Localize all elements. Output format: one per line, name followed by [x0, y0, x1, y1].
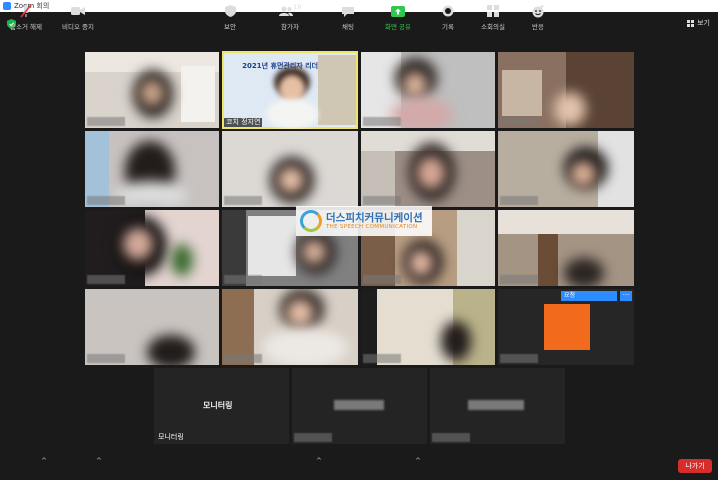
participant-name — [87, 354, 125, 363]
participant-name — [363, 354, 401, 363]
video-options-chevron-icon[interactable]: ^ — [96, 457, 102, 465]
avatar — [544, 304, 590, 350]
unmute-button[interactable]: 음소거 해제 — [2, 4, 50, 31]
stop-video-button[interactable]: 비디오 중지 — [54, 4, 102, 31]
participants-options-chevron-icon[interactable]: ^ — [316, 457, 322, 465]
more-options-button[interactable]: ··· — [620, 291, 632, 301]
grid-view-icon — [687, 19, 695, 27]
share-screen-icon — [391, 4, 405, 18]
participant-name — [500, 354, 538, 363]
video-tile[interactable] — [361, 289, 495, 365]
participant-name — [294, 433, 332, 442]
participant-name — [87, 117, 125, 126]
participants-button[interactable]: 19 참가자 — [266, 4, 314, 31]
view-label: 보기 — [697, 19, 710, 27]
monitoring-tile-label: 모니터링 — [203, 401, 233, 410]
video-tile[interactable] — [85, 210, 219, 286]
request-badge-label: 요청 — [564, 292, 576, 299]
participant-name — [363, 117, 401, 126]
video-tile[interactable] — [85, 131, 219, 207]
unmute-label: 음소거 해제 — [10, 23, 42, 31]
video-tile-spotlight[interactable]: 2021년 휴먼관리자 리더십 교육 코치 정지연 — [222, 51, 358, 129]
meeting-toolbar — [0, 446, 718, 480]
record-label: 기록 — [442, 23, 454, 31]
participants-count: 19 — [293, 3, 302, 11]
video-tile[interactable] — [498, 131, 634, 207]
participant-name — [500, 117, 538, 126]
participant-name — [224, 354, 262, 363]
video-tile-monitoring[interactable]: 모니터링 모니터링 — [154, 368, 289, 444]
participants-icon: 19 — [278, 3, 302, 18]
record-icon — [442, 4, 454, 18]
share-screen-label: 화면 공유 — [385, 23, 411, 31]
participant-name — [224, 196, 262, 205]
company-logo-watermark: 더스피치커뮤니케이션 THE SPEECH COMMUNICATION — [296, 206, 432, 236]
chat-bubble-icon — [342, 4, 354, 18]
mic-muted-icon — [20, 4, 32, 18]
video-tile[interactable] — [430, 368, 565, 444]
breakout-rooms-icon — [487, 4, 499, 18]
participant-name — [87, 275, 125, 284]
participant-name — [224, 275, 262, 284]
participant-name — [363, 275, 401, 284]
video-tile[interactable] — [222, 289, 358, 365]
participant-name-blurred — [468, 400, 524, 410]
video-tile[interactable] — [292, 368, 427, 444]
share-screen-button[interactable]: 화면 공유 — [374, 4, 422, 31]
video-tile[interactable] — [85, 52, 219, 128]
participant-name — [363, 196, 401, 205]
participant-name-blurred — [334, 400, 384, 410]
participant-name — [432, 433, 470, 442]
participant-name — [87, 196, 125, 205]
chat-button[interactable]: 채팅 — [324, 4, 372, 31]
view-button[interactable]: 보기 — [687, 17, 710, 29]
security-button[interactable]: 보안 — [206, 4, 254, 31]
video-tile[interactable] — [222, 131, 358, 207]
video-tile[interactable] — [361, 52, 495, 128]
stop-video-label: 비디오 중지 — [62, 23, 94, 31]
record-button[interactable]: 기록 — [424, 4, 472, 31]
share-options-chevron-icon[interactable]: ^ — [415, 457, 421, 465]
reactions-button[interactable]: 반응 — [514, 4, 562, 31]
video-camera-icon — [71, 4, 85, 18]
chat-label: 채팅 — [342, 23, 354, 31]
audio-options-chevron-icon[interactable]: ^ — [41, 457, 47, 465]
participant-name — [500, 275, 538, 284]
breakout-rooms-label: 소회의실 — [481, 23, 505, 31]
participant-name — [500, 196, 538, 205]
shield-icon — [224, 4, 236, 18]
leave-meeting-button[interactable]: 나가기 — [678, 459, 712, 473]
reactions-label: 반응 — [532, 23, 544, 31]
participant-name-spotlight: 코치 정지연 — [224, 118, 262, 127]
emoji-reaction-icon — [532, 4, 545, 18]
video-tile[interactable] — [498, 52, 634, 128]
speech-logo-icon — [300, 210, 322, 232]
banner-subtitle: THE SPEECH COMMUNICATION — [326, 224, 418, 230]
participant-name: 모니터링 — [158, 433, 184, 441]
video-tile[interactable] — [361, 131, 495, 207]
banner-title: 더스피치커뮤니케이션 — [326, 212, 423, 224]
breakout-rooms-button[interactable]: 소회의실 — [469, 4, 517, 31]
video-tile[interactable] — [498, 210, 634, 286]
video-tile[interactable] — [85, 289, 219, 365]
participants-label: 참가자 — [281, 23, 299, 31]
security-label: 보안 — [224, 23, 236, 31]
request-badge[interactable]: 요청 — [561, 291, 617, 301]
